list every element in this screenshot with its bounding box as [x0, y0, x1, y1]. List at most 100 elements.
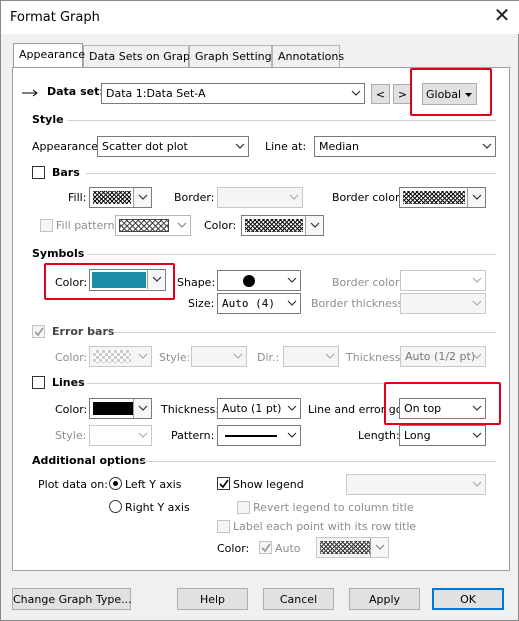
border-color-swatch — [403, 191, 465, 204]
error-bars-thickness-value: Auto (1/2 pt) — [405, 350, 476, 363]
right-y-axis-radio[interactable] — [109, 500, 122, 513]
scope-value: Global — [426, 88, 462, 101]
solid-line-pattern — [225, 435, 277, 437]
show-legend-label[interactable]: Show legend — [233, 478, 304, 491]
pattern-label: Pattern: — [171, 429, 215, 442]
tab-data-sets-on-graph[interactable]: Data Sets on Graph — [83, 45, 197, 67]
close-icon[interactable]: ✕ — [492, 5, 512, 26]
chevron-down-icon — [467, 399, 485, 418]
fill-pattern-select[interactable] — [115, 215, 191, 236]
line-at-label: Line at: — [265, 140, 307, 153]
chevron-down-icon — [467, 426, 485, 445]
chevron-down-icon — [282, 426, 300, 445]
auto-color-label: Auto — [275, 542, 301, 555]
tab-appearance[interactable]: Appearance — [13, 43, 85, 67]
fill-swatch — [93, 191, 131, 204]
lines-color-select[interactable] — [89, 398, 152, 419]
divider — [68, 120, 496, 121]
size-select[interactable]: Auto (4) — [217, 293, 301, 314]
apply-button[interactable]: Apply — [349, 588, 420, 610]
symbols-border-thickness-select[interactable] — [400, 293, 486, 314]
appearance-select[interactable]: Scatter dot plot — [97, 136, 249, 157]
chevron-down-icon — [133, 347, 151, 366]
line-and-error-select[interactable]: On top — [399, 398, 486, 419]
style-heading: Style — [32, 113, 64, 126]
chevron-down-icon — [370, 538, 388, 557]
chevron-down-icon — [284, 188, 302, 207]
error-bars-color-select[interactable] — [89, 346, 152, 367]
symbols-border-color-select[interactable] — [400, 270, 486, 291]
plot-data-on-label: Plot data on: — [38, 478, 108, 491]
help-button[interactable]: Help — [177, 588, 248, 610]
symbols-color-label: Color: — [55, 276, 88, 289]
error-bars-checkbox[interactable] — [32, 325, 45, 338]
label-each-point-checkbox[interactable] — [217, 520, 230, 533]
size-select-value: Auto (4) — [222, 297, 275, 310]
arrow-right-icon — [22, 89, 38, 97]
scope-dropdown[interactable]: Global — [422, 83, 477, 105]
chevron-down-icon — [305, 216, 323, 235]
bars-border-color-select[interactable] — [399, 187, 486, 208]
error-bars-color-label: Color: — [55, 351, 88, 364]
next-dataset-button[interactable]: > — [393, 84, 412, 104]
shape-select[interactable] — [217, 270, 301, 291]
chevron-down-icon — [467, 347, 485, 366]
error-bars-thickness-label: Thickness: — [346, 351, 405, 364]
prev-dataset-button[interactable]: < — [371, 84, 390, 104]
bars-border-select[interactable] — [217, 187, 303, 208]
label-color-swatch — [320, 541, 370, 554]
bars-heading: Bars — [52, 166, 80, 179]
error-bars-dir-label: Dir.: — [257, 351, 280, 364]
ok-button[interactable]: OK — [432, 588, 504, 610]
chevron-down-icon — [230, 137, 248, 156]
dataset-select[interactable]: Data 1:Data Set-A — [101, 83, 365, 104]
line-at-select[interactable]: Median — [314, 136, 496, 157]
left-y-axis-label[interactable]: Left Y axis — [125, 478, 181, 491]
symbols-border-color-label: Border color: — [332, 276, 403, 289]
label-color-select[interactable] — [316, 537, 389, 558]
chevron-down-icon — [172, 216, 190, 235]
right-y-axis-label[interactable]: Right Y axis — [125, 501, 190, 514]
error-bars-dir-select[interactable] — [283, 346, 339, 367]
bars-fill-label: Fill: — [68, 191, 87, 204]
error-bars-color-swatch — [93, 350, 131, 363]
lines-checkbox[interactable] — [32, 376, 45, 389]
length-select[interactable]: Long — [399, 425, 486, 446]
pattern-select[interactable] — [217, 425, 301, 446]
revert-legend-label: Revert legend to column title — [253, 501, 414, 514]
format-graph-dialog: Format Graph ✕ Appearance Data Sets on G… — [0, 0, 519, 621]
lines-style-select[interactable] — [89, 425, 152, 446]
chevron-down-icon — [282, 399, 300, 418]
divider — [87, 383, 496, 384]
length-value: Long — [404, 429, 431, 442]
dataset-select-value: Data 1:Data Set-A — [106, 87, 206, 100]
lines-thickness-select[interactable]: Auto (1 pt) — [217, 398, 301, 419]
bars-color-select[interactable] — [241, 215, 324, 236]
bars-fill-select[interactable] — [89, 187, 152, 208]
legend-select[interactable] — [346, 474, 486, 495]
chevron-down-icon — [133, 188, 151, 207]
revert-legend-checkbox[interactable] — [237, 501, 250, 514]
divider — [87, 254, 496, 255]
left-y-axis-radio[interactable] — [109, 477, 122, 490]
cancel-button[interactable]: Cancel — [263, 588, 334, 610]
symbols-color-swatch — [92, 272, 146, 288]
chevron-down-icon — [147, 270, 165, 289]
fill-pattern-label: Fill pattern — [56, 219, 115, 232]
error-bars-style-select[interactable] — [191, 346, 247, 367]
error-bars-thickness-select[interactable]: Auto (1/2 pt) — [400, 346, 486, 367]
show-legend-checkbox[interactable] — [217, 477, 230, 490]
change-graph-type-button[interactable]: Change Graph Type... — [12, 588, 132, 610]
length-label: Length: — [358, 429, 400, 442]
chevron-down-icon — [133, 399, 151, 418]
tab-annotations[interactable]: Annotations — [272, 45, 344, 67]
symbols-color-select[interactable] — [89, 269, 166, 291]
chevron-down-icon — [282, 271, 300, 290]
fill-pattern-checkbox[interactable] — [40, 219, 53, 232]
title-bar: Format Graph ✕ — [1, 1, 519, 34]
label-color-label: Color: — [217, 542, 250, 555]
auto-color-checkbox[interactable] — [259, 541, 272, 554]
tab-graph-settings[interactable]: Graph Settings — [189, 45, 277, 67]
bars-checkbox[interactable] — [32, 166, 45, 179]
chevron-down-icon — [320, 347, 338, 366]
